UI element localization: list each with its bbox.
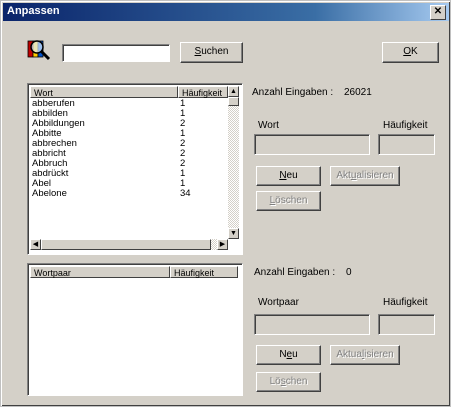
- pair-field[interactable]: [254, 314, 370, 335]
- word-count-value: 26021: [344, 87, 372, 98]
- frequency-field-label: Häufigkeit: [383, 120, 428, 131]
- pair-count-label: Anzahl Eingaben :: [254, 267, 336, 278]
- scroll-thumb[interactable]: [228, 97, 239, 106]
- word-count-label: Anzahl Eingaben :: [252, 87, 334, 98]
- delete-word-button[interactable]: Löschen: [256, 191, 321, 211]
- scroll-up-button[interactable]: ▲: [228, 86, 239, 97]
- column-header-frequency[interactable]: Häufigkeit: [178, 86, 228, 98]
- scroll-hthumb[interactable]: [41, 239, 211, 250]
- update-word-button[interactable]: Aktualisieren: [330, 166, 400, 186]
- close-button[interactable]: ✕: [430, 5, 446, 20]
- close-icon: ✕: [433, 6, 443, 17]
- new-pair-button[interactable]: Neu: [256, 345, 321, 365]
- word-list[interactable]: Wort Häufigkeit abberufen 1 abbilden 1 Abbil…: [27, 83, 243, 255]
- scroll-left-button[interactable]: ◀: [30, 239, 41, 250]
- word-list-vscrollbar[interactable]: ▲ ▼: [228, 86, 239, 239]
- search-input[interactable]: [62, 44, 170, 62]
- new-word-button[interactable]: Neu: [256, 166, 321, 186]
- pair-frequency-field[interactable]: [378, 314, 435, 335]
- scroll-right-button[interactable]: ▶: [217, 239, 228, 250]
- delete-pair-button[interactable]: Löschen: [256, 372, 321, 392]
- word-list-hscrollbar[interactable]: ◀ ▶: [30, 239, 228, 250]
- scroll-down-button[interactable]: ▼: [228, 228, 239, 239]
- list-item[interactable]: abdrückt 1: [31, 169, 231, 179]
- word-field-label: Wort: [258, 120, 279, 131]
- title-bar[interactable]: Anpassen ✕: [3, 3, 449, 21]
- book-magnifier-icon: [27, 39, 51, 61]
- column-header-word[interactable]: Wort: [30, 86, 178, 98]
- pair-frequency-field-label: Häufigkeit: [383, 297, 428, 308]
- dialog-window: Anpassen ✕ Suchen OK Wort Häufigkeit abb…: [0, 0, 451, 407]
- ok-button[interactable]: OK: [382, 42, 439, 63]
- pair-count-value: 0: [346, 267, 352, 278]
- window-title: Anpassen: [7, 5, 60, 17]
- search-button[interactable]: Suchen: [180, 42, 243, 63]
- column-header-pair-frequency[interactable]: Häufigkeit: [170, 266, 238, 278]
- word-field[interactable]: [254, 134, 370, 155]
- list-item[interactable]: Abelone 34: [31, 189, 231, 199]
- pair-list[interactable]: Wortpaar Häufigkeit: [27, 263, 243, 396]
- update-pair-button[interactable]: Aktualisieren: [330, 345, 400, 365]
- word-list-rows: abberufen 1 abbilden 1 Abbildungen 2 Abbitte 1 a…: [31, 99, 231, 199]
- pair-field-label: Wortpaar: [258, 297, 299, 308]
- frequency-cell: 34: [180, 188, 191, 199]
- word-cell: Abelone: [32, 188, 67, 199]
- column-header-pair[interactable]: Wortpaar: [30, 266, 170, 278]
- frequency-field[interactable]: [378, 134, 435, 155]
